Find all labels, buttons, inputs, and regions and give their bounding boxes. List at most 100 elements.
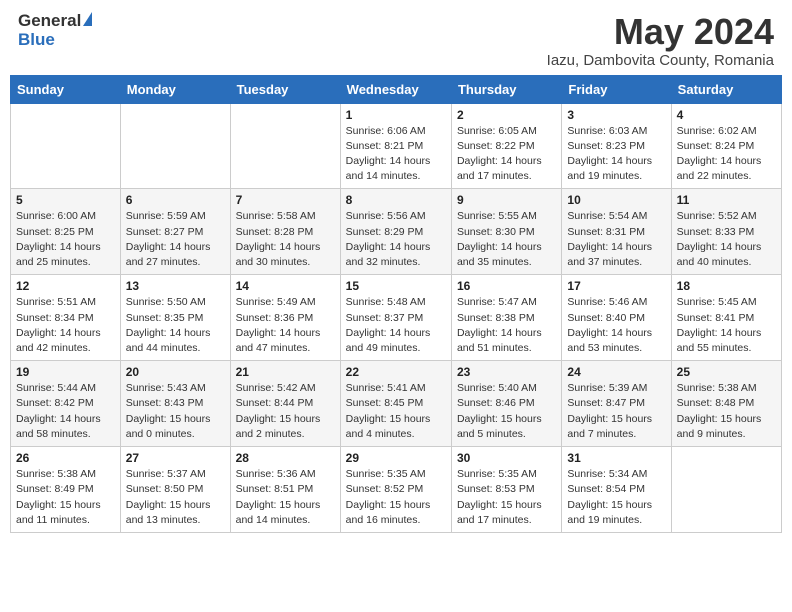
day-info: Sunrise: 5:40 AM Sunset: 8:46 PM Dayligh…	[457, 381, 556, 442]
day-cell: 5 Sunrise: 6:00 AM Sunset: 8:25 PM Daylig…	[11, 189, 121, 275]
day-number: 1	[346, 108, 446, 122]
day-cell	[11, 103, 121, 189]
day-cell: 27 Sunrise: 5:37 AM Sunset: 8:50 PM Dayli…	[120, 447, 230, 533]
week-row-4: 19 Sunrise: 5:44 AM Sunset: 8:42 PM Dayli…	[11, 361, 782, 447]
day-number: 16	[457, 279, 556, 293]
day-cell: 13 Sunrise: 5:50 AM Sunset: 8:35 PM Dayli…	[120, 275, 230, 361]
title-area: May 2024 Iazu, Dambovita County, Romania	[547, 12, 774, 69]
day-cell: 4 Sunrise: 6:02 AM Sunset: 8:24 PM Daylig…	[671, 103, 781, 189]
day-info: Sunrise: 5:49 AM Sunset: 8:36 PM Dayligh…	[236, 295, 335, 356]
day-info: Sunrise: 5:42 AM Sunset: 8:44 PM Dayligh…	[236, 381, 335, 442]
day-cell: 12 Sunrise: 5:51 AM Sunset: 8:34 PM Dayli…	[11, 275, 121, 361]
calendar-header-row: SundayMondayTuesdayWednesdayThursdayFrid…	[11, 75, 782, 103]
day-number: 29	[346, 451, 446, 465]
day-number: 11	[677, 193, 776, 207]
week-row-5: 26Sunrise: 5:38 AM Sunset: 8:49 PM Dayli…	[11, 447, 782, 533]
day-number: 12	[16, 279, 115, 293]
day-number: 24	[567, 365, 665, 379]
day-number: 25	[677, 365, 776, 379]
day-header-monday: Monday	[120, 75, 230, 103]
day-number: 21	[236, 365, 335, 379]
week-row-2: 5 Sunrise: 6:00 AM Sunset: 8:25 PM Daylig…	[11, 189, 782, 275]
day-number: 13	[126, 279, 225, 293]
day-info: Sunrise: 5:51 AM Sunset: 8:34 PM Dayligh…	[16, 295, 115, 356]
day-number: 31	[567, 451, 665, 465]
day-cell: 18 Sunrise: 5:45 AM Sunset: 8:41 PM Dayli…	[671, 275, 781, 361]
week-row-1: 1 Sunrise: 6:06 AM Sunset: 8:21 PM Daylig…	[11, 103, 782, 189]
day-header-saturday: Saturday	[671, 75, 781, 103]
day-cell: 16 Sunrise: 5:47 AM Sunset: 8:38 PM Dayli…	[451, 275, 561, 361]
logo: General Blue	[18, 12, 92, 49]
day-cell: 8 Sunrise: 5:56 AM Sunset: 8:29 PM Daylig…	[340, 189, 451, 275]
logo-general: General	[18, 12, 81, 31]
day-header-sunday: Sunday	[11, 75, 121, 103]
day-number: 17	[567, 279, 665, 293]
day-cell: 6Sunrise: 5:59 AM Sunset: 8:27 PM Daylig…	[120, 189, 230, 275]
day-info: Sunrise: 5:43 AM Sunset: 8:43 PM Dayligh…	[126, 381, 225, 442]
day-info: Sunrise: 5:59 AM Sunset: 8:27 PM Dayligh…	[126, 209, 225, 270]
day-number: 27	[126, 451, 225, 465]
location: Iazu, Dambovita County, Romania	[547, 52, 774, 69]
day-number: 8	[346, 193, 446, 207]
day-cell: 24 Sunrise: 5:39 AM Sunset: 8:47 PM Dayli…	[562, 361, 671, 447]
day-number: 15	[346, 279, 446, 293]
day-cell: 9Sunrise: 5:55 AM Sunset: 8:30 PM Daylig…	[451, 189, 561, 275]
day-info: Sunrise: 5:47 AM Sunset: 8:38 PM Dayligh…	[457, 295, 556, 356]
day-number: 10	[567, 193, 665, 207]
day-number: 5	[16, 193, 115, 207]
day-info: Sunrise: 6:06 AM Sunset: 8:21 PM Dayligh…	[346, 124, 446, 185]
day-info: Sunrise: 5:39 AM Sunset: 8:47 PM Dayligh…	[567, 381, 665, 442]
day-info: Sunrise: 6:03 AM Sunset: 8:23 PM Dayligh…	[567, 124, 665, 185]
day-info: Sunrise: 5:54 AM Sunset: 8:31 PM Dayligh…	[567, 209, 665, 270]
day-cell: 10 Sunrise: 5:54 AM Sunset: 8:31 PM Dayli…	[562, 189, 671, 275]
day-cell: 2 Sunrise: 6:05 AM Sunset: 8:22 PM Daylig…	[451, 103, 561, 189]
day-number: 4	[677, 108, 776, 122]
day-cell: 20 Sunrise: 5:43 AM Sunset: 8:43 PM Dayli…	[120, 361, 230, 447]
page-header: General Blue May 2024 Iazu, Dambovita Co…	[0, 0, 792, 75]
day-cell: 21 Sunrise: 5:42 AM Sunset: 8:44 PM Dayli…	[230, 361, 340, 447]
day-info: Sunrise: 5:35 AM Sunset: 8:52 PM Dayligh…	[346, 467, 446, 528]
day-info: Sunrise: 5:45 AM Sunset: 8:41 PM Dayligh…	[677, 295, 776, 356]
day-header-tuesday: Tuesday	[230, 75, 340, 103]
day-cell	[120, 103, 230, 189]
day-header-wednesday: Wednesday	[340, 75, 451, 103]
day-info: Sunrise: 5:37 AM Sunset: 8:50 PM Dayligh…	[126, 467, 225, 528]
day-info: Sunrise: 5:44 AM Sunset: 8:42 PM Dayligh…	[16, 381, 115, 442]
day-info: Sunrise: 6:05 AM Sunset: 8:22 PM Dayligh…	[457, 124, 556, 185]
day-number: 3	[567, 108, 665, 122]
day-number: 14	[236, 279, 335, 293]
day-number: 18	[677, 279, 776, 293]
week-row-3: 12 Sunrise: 5:51 AM Sunset: 8:34 PM Dayli…	[11, 275, 782, 361]
day-info: Sunrise: 5:34 AM Sunset: 8:54 PM Dayligh…	[567, 467, 665, 528]
day-info: Sunrise: 5:50 AM Sunset: 8:35 PM Dayligh…	[126, 295, 225, 356]
day-number: 2	[457, 108, 556, 122]
day-number: 19	[16, 365, 115, 379]
day-number: 22	[346, 365, 446, 379]
day-info: Sunrise: 5:38 AM Sunset: 8:48 PM Dayligh…	[677, 381, 776, 442]
day-info: Sunrise: 6:00 AM Sunset: 8:25 PM Dayligh…	[16, 209, 115, 270]
day-cell: 25 Sunrise: 5:38 AM Sunset: 8:48 PM Dayli…	[671, 361, 781, 447]
day-cell: 22Sunrise: 5:41 AM Sunset: 8:45 PM Dayli…	[340, 361, 451, 447]
month-title: May 2024	[547, 12, 774, 52]
day-number: 9	[457, 193, 556, 207]
day-cell: 3 Sunrise: 6:03 AM Sunset: 8:23 PM Daylig…	[562, 103, 671, 189]
day-cell: 14 Sunrise: 5:49 AM Sunset: 8:36 PM Dayli…	[230, 275, 340, 361]
day-cell	[230, 103, 340, 189]
day-info: Sunrise: 5:56 AM Sunset: 8:29 PM Dayligh…	[346, 209, 446, 270]
day-cell: 26Sunrise: 5:38 AM Sunset: 8:49 PM Dayli…	[11, 447, 121, 533]
day-info: Sunrise: 5:52 AM Sunset: 8:33 PM Dayligh…	[677, 209, 776, 270]
calendar-wrapper: SundayMondayTuesdayWednesdayThursdayFrid…	[0, 75, 792, 543]
day-info: Sunrise: 5:36 AM Sunset: 8:51 PM Dayligh…	[236, 467, 335, 528]
day-info: Sunrise: 5:38 AM Sunset: 8:49 PM Dayligh…	[16, 467, 115, 528]
day-number: 23	[457, 365, 556, 379]
day-cell: 30Sunrise: 5:35 AM Sunset: 8:53 PM Dayli…	[451, 447, 561, 533]
logo-icon	[83, 12, 92, 26]
day-info: Sunrise: 6:02 AM Sunset: 8:24 PM Dayligh…	[677, 124, 776, 185]
day-number: 20	[126, 365, 225, 379]
day-cell: 1 Sunrise: 6:06 AM Sunset: 8:21 PM Daylig…	[340, 103, 451, 189]
day-cell: 29 Sunrise: 5:35 AM Sunset: 8:52 PM Dayli…	[340, 447, 451, 533]
day-header-thursday: Thursday	[451, 75, 561, 103]
day-number: 30	[457, 451, 556, 465]
day-cell: 7Sunrise: 5:58 AM Sunset: 8:28 PM Daylig…	[230, 189, 340, 275]
day-number: 7	[236, 193, 335, 207]
